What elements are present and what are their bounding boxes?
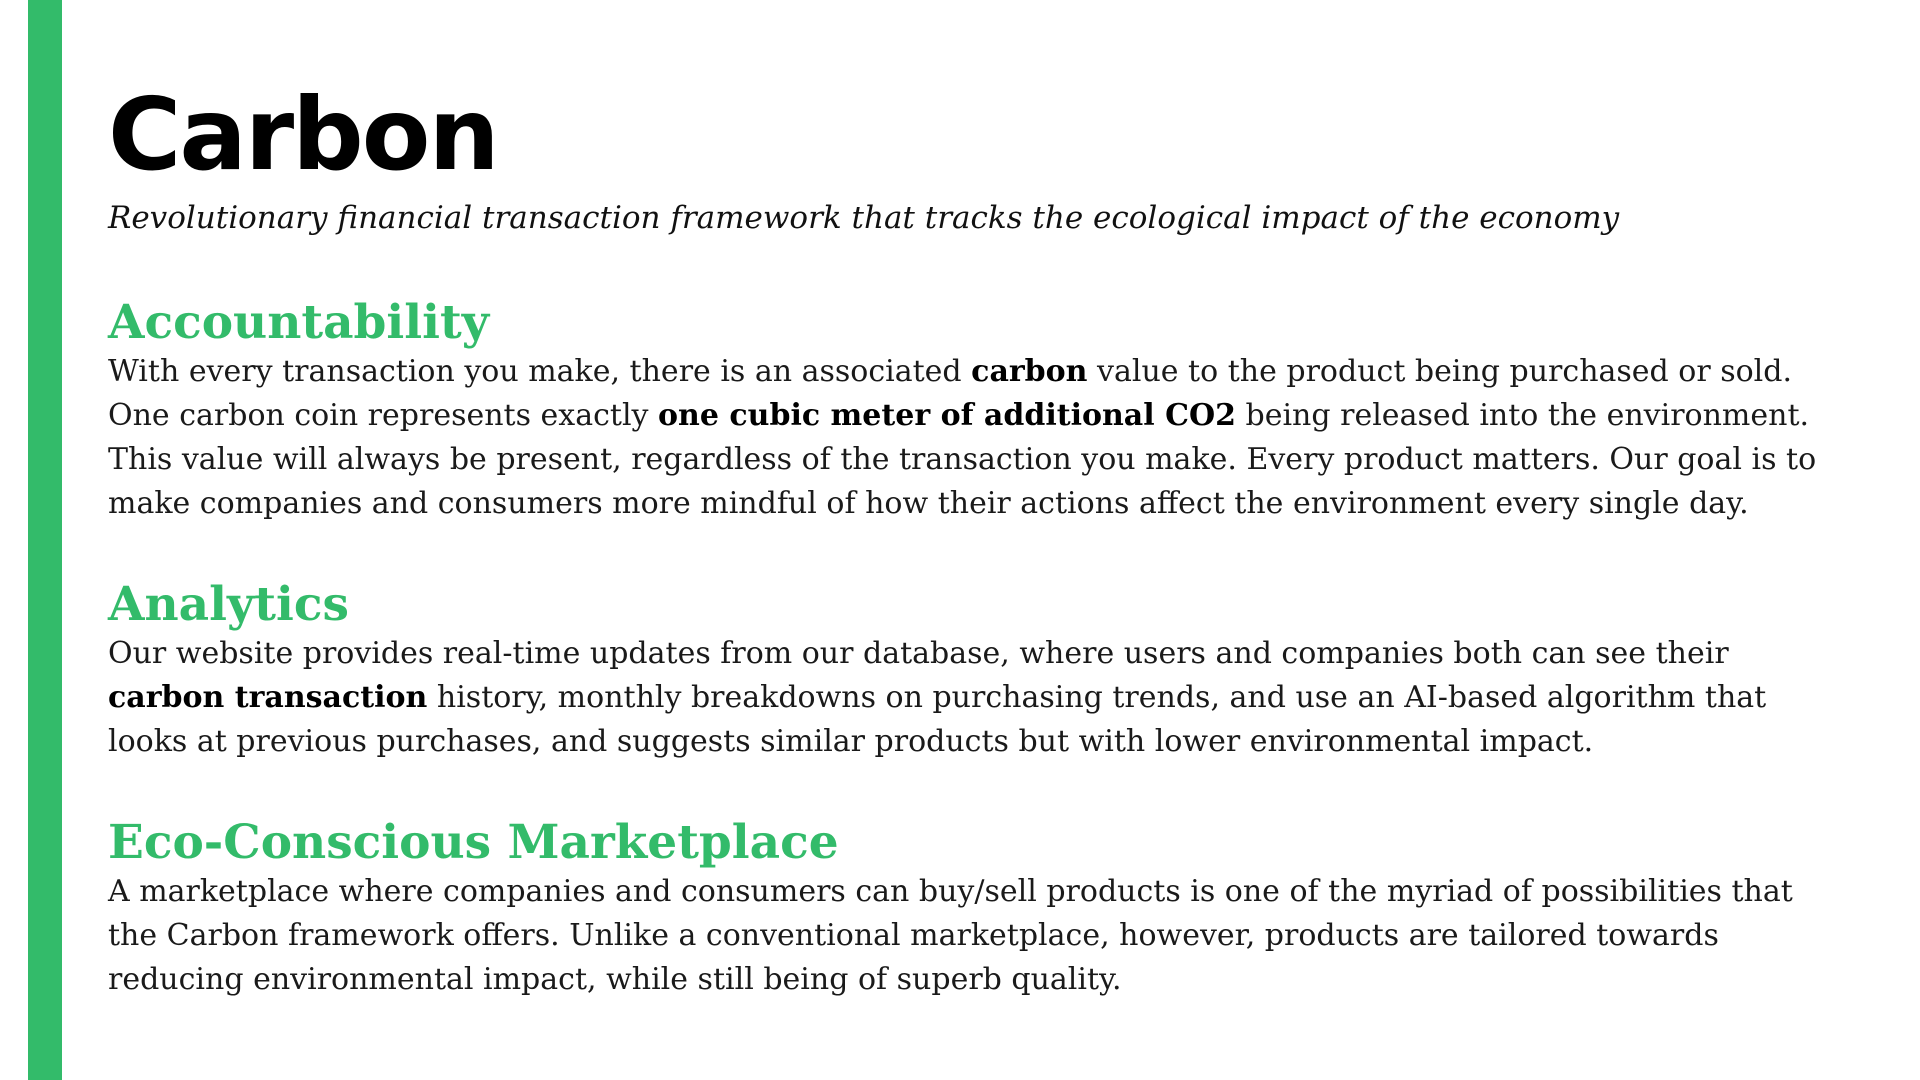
section-heading: Eco-Conscious Marketplace: [108, 815, 839, 870]
section-heading: Accountability: [108, 295, 490, 350]
body-text: With every transaction you make, there i…: [108, 354, 972, 389]
body-text: Our website provides real-time updates f…: [108, 636, 1729, 671]
section-body: With every transaction you make, there i…: [108, 350, 1848, 526]
body-emphasis: one cubic meter of additional CO2: [658, 398, 1236, 433]
body-emphasis: carbon: [971, 354, 1088, 389]
body-emphasis: carbon transaction: [108, 680, 428, 715]
section-analytics: Analytics Our website provides real-time…: [108, 578, 1848, 764]
tagline: Revolutionary financial transaction fram…: [108, 200, 1620, 236]
section-accountability: Accountability With every transaction yo…: [108, 296, 1848, 526]
section-marketplace: Eco-Conscious Marketplace A marketplace …: [108, 816, 1848, 1002]
page-content: Carbon Revolutionary financial transacti…: [108, 80, 1848, 1002]
accent-bar: [28, 0, 62, 1080]
body-text: A marketplace where companies and consum…: [108, 874, 1793, 997]
page-title: Carbon: [108, 76, 500, 193]
section-heading: Analytics: [108, 577, 349, 632]
section-body: A marketplace where companies and consum…: [108, 870, 1848, 1002]
section-body: Our website provides real-time updates f…: [108, 632, 1848, 764]
